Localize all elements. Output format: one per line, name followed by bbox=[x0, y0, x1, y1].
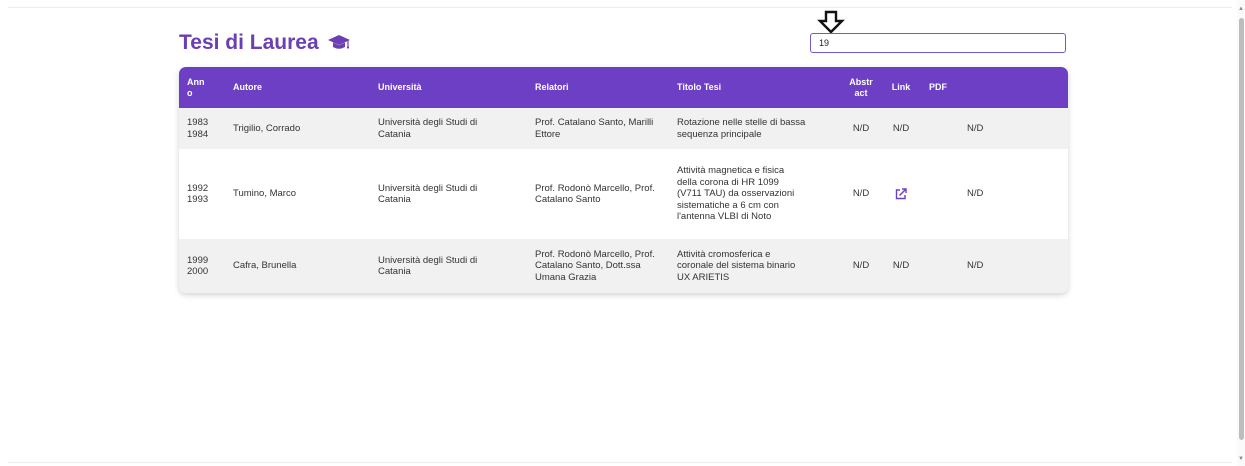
divider-top bbox=[8, 7, 1232, 8]
cell-universita: Università degli Studi di Catania bbox=[378, 254, 478, 278]
header-relatori[interactable]: Relatori bbox=[527, 67, 669, 108]
scrollbar-thumb[interactable] bbox=[1239, 18, 1244, 440]
table-header-row: Anno Autore Università Relatori Titolo T… bbox=[179, 67, 1068, 108]
cell-universita: Università degli Studi di Catania bbox=[378, 117, 478, 140]
header-pdf[interactable]: PDF bbox=[921, 67, 1068, 108]
cell-link[interactable] bbox=[881, 149, 921, 239]
cell-autore: Trigilio, Corrado bbox=[233, 122, 301, 134]
cell-titolo: Attività cromosferica e coronale del sis… bbox=[677, 248, 796, 283]
header-autore[interactable]: Autore bbox=[225, 67, 370, 108]
table-row: 1999 2000 Cafra, Brunella Università deg… bbox=[179, 239, 1068, 293]
cell-anno: 1999 2000 bbox=[187, 254, 209, 278]
cell-abstract: N/D bbox=[852, 188, 870, 200]
down-arrow-icon bbox=[817, 10, 845, 34]
table-row: 1992 1993 Tumino, Marco Università degli… bbox=[179, 149, 1068, 239]
divider-bottom bbox=[8, 462, 1232, 463]
cell-pdf: N/D bbox=[967, 260, 984, 272]
cell-abstract: N/D bbox=[852, 260, 870, 272]
cell-titolo: Attività magnetica e fisica della corona… bbox=[677, 165, 795, 223]
thesis-table-card: Anno Autore Università Relatori Titolo T… bbox=[179, 67, 1068, 293]
scroll-down-icon[interactable]: ▼ bbox=[1238, 456, 1244, 462]
cell-relatori: Prof. Rodonò Marcello, Prof. Catalano Sa… bbox=[535, 248, 655, 283]
header-link[interactable]: Link bbox=[881, 67, 921, 108]
cell-autore: Tumino, Marco bbox=[233, 188, 296, 200]
search-input[interactable] bbox=[810, 33, 1066, 53]
cell-link: N/D bbox=[892, 122, 910, 134]
header-anno[interactable]: Anno bbox=[179, 67, 225, 108]
header-titolo[interactable]: Titolo Tesi bbox=[669, 67, 841, 108]
cell-pdf: N/D bbox=[967, 188, 984, 200]
cell-link: N/D bbox=[892, 260, 910, 272]
graduation-cap-icon bbox=[327, 35, 350, 49]
external-link-icon[interactable] bbox=[894, 187, 908, 201]
page-title-container: Tesi di Laurea bbox=[179, 31, 351, 55]
thesis-table: Anno Autore Università Relatori Titolo T… bbox=[179, 67, 1068, 293]
cell-relatori: Prof. Rodonò Marcello, Prof. Catalano Sa… bbox=[535, 182, 655, 206]
header-universita[interactable]: Università bbox=[370, 67, 527, 108]
cell-universita: Università degli Studi di Catania bbox=[378, 182, 478, 206]
cell-titolo: Rotazione nelle stelle di bassa sequenza… bbox=[677, 117, 806, 140]
cell-autore: Cafra, Brunella bbox=[233, 260, 297, 272]
page: ▲ ▼ Tesi di Laurea 19 Anno Autore Univer… bbox=[0, 0, 1245, 466]
cell-anno: 1992 1993 bbox=[187, 182, 209, 206]
cell-pdf: N/D bbox=[967, 122, 984, 134]
header-abstract[interactable]: Abstract bbox=[841, 67, 881, 108]
vertical-scrollbar[interactable]: ▲ ▼ bbox=[1237, 0, 1245, 466]
cell-abstract: N/D bbox=[852, 122, 870, 134]
cell-anno: 1983 1984 bbox=[187, 117, 209, 140]
scroll-up-icon[interactable]: ▲ bbox=[1238, 6, 1244, 12]
cell-relatori: Prof. Catalano Santo, Marilli Ettore bbox=[535, 117, 654, 140]
table-row: 1983 1984 Trigilio, Corrado Università d… bbox=[179, 108, 1068, 149]
page-title: Tesi di Laurea bbox=[179, 31, 319, 54]
